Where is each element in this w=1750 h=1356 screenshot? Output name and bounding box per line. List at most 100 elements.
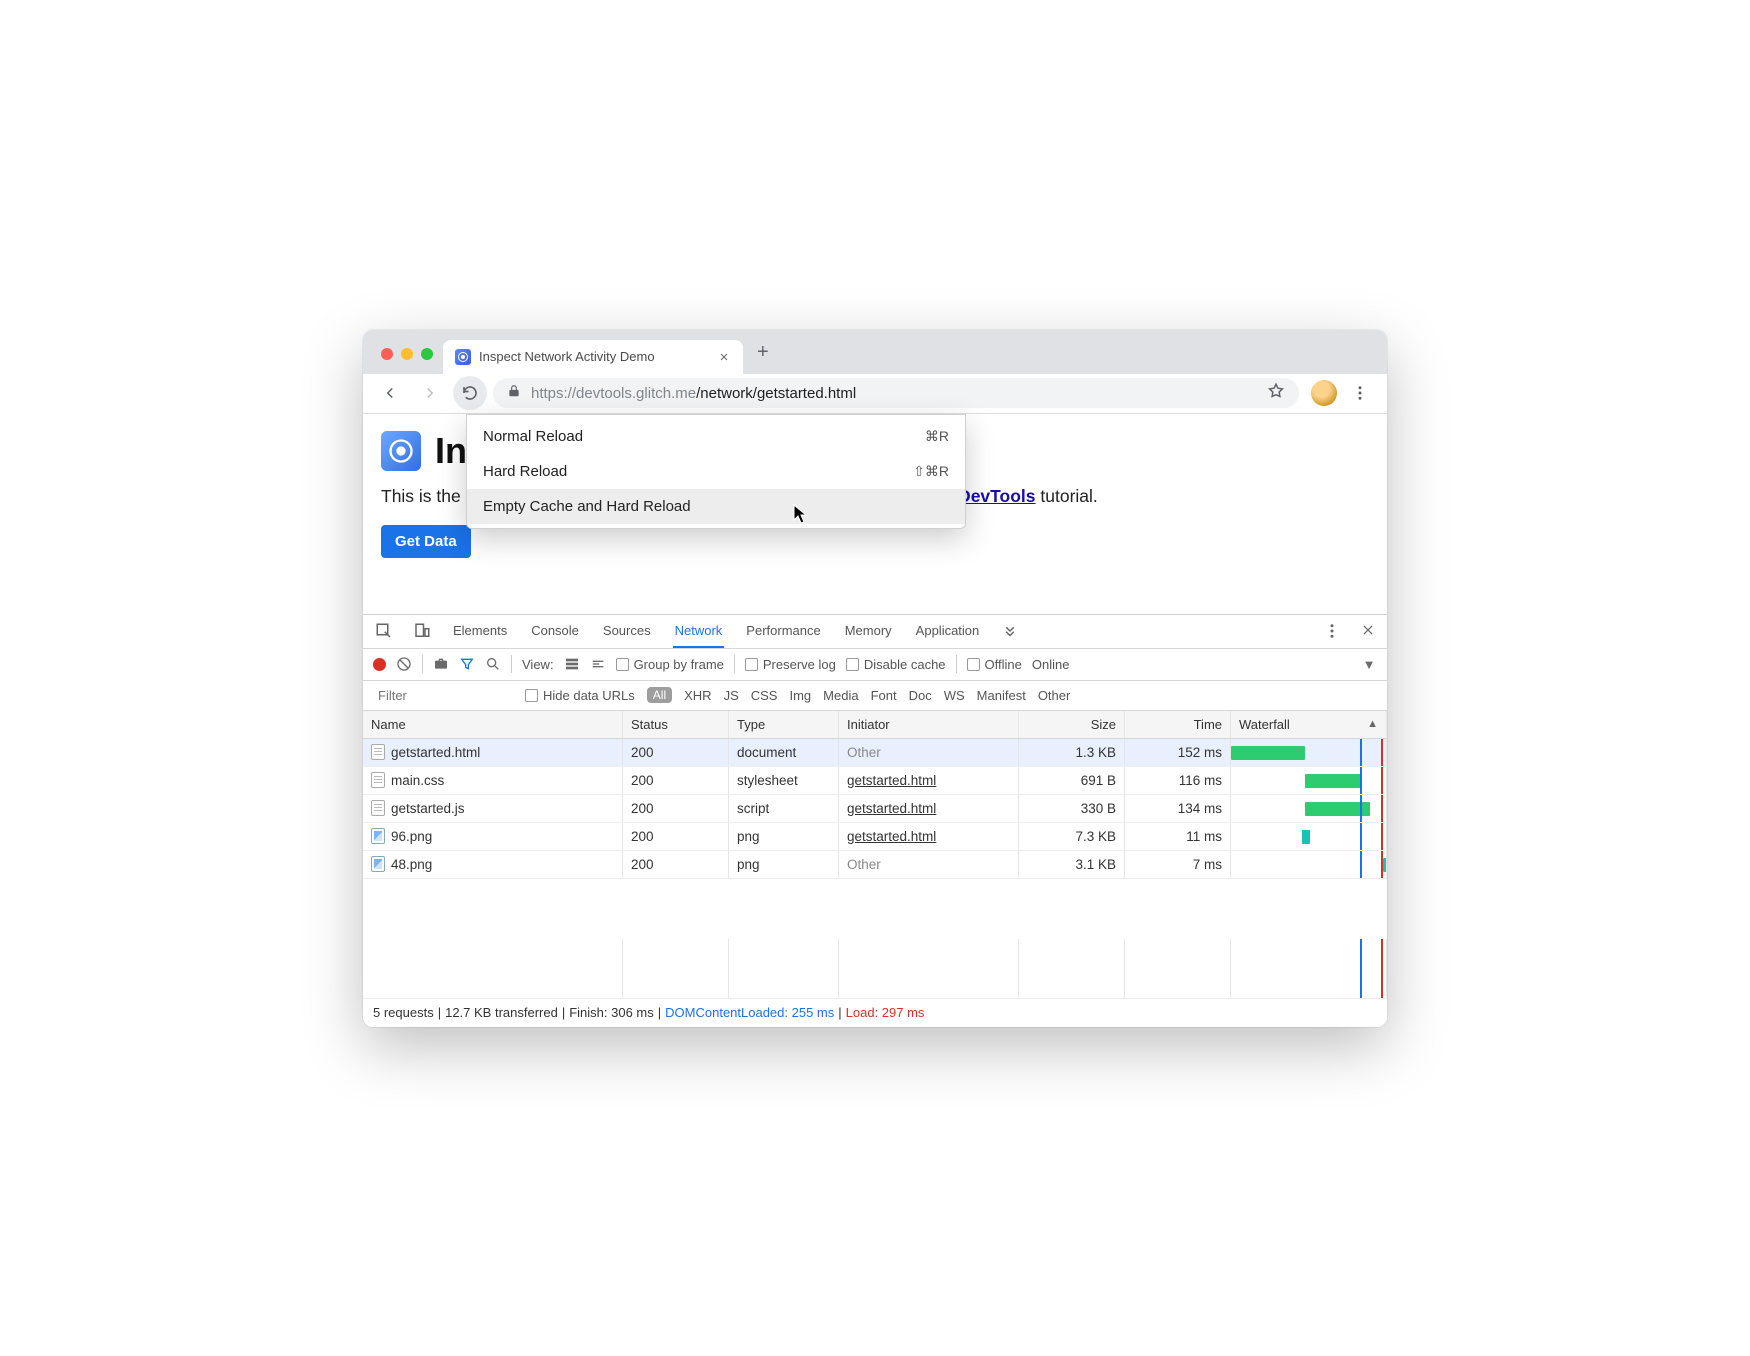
req-type: png [729, 823, 839, 850]
tab-sources[interactable]: Sources [601, 615, 653, 648]
profile-avatar[interactable] [1311, 380, 1337, 406]
get-data-button[interactable]: Get Data [381, 525, 471, 558]
preserve-log-checkbox[interactable]: Preserve log [745, 657, 836, 672]
devtools-close-icon[interactable] [1361, 621, 1375, 642]
req-time: 7 ms [1125, 851, 1231, 878]
filter-js[interactable]: JS [724, 688, 739, 703]
filter-doc[interactable]: Doc [909, 688, 932, 703]
menu-item-label: Normal Reload [483, 428, 583, 445]
inspect-element-icon[interactable] [375, 622, 393, 640]
tab-application[interactable]: Application [914, 615, 982, 648]
req-time: 152 ms [1125, 739, 1231, 766]
clear-icon[interactable] [396, 656, 412, 672]
col-waterfall[interactable]: Waterfall ▲ [1231, 711, 1387, 738]
filter-media[interactable]: Media [823, 688, 858, 703]
req-status: 200 [623, 851, 729, 878]
col-name[interactable]: Name [363, 711, 623, 738]
fullscreen-window-button[interactable] [421, 348, 433, 360]
search-icon[interactable] [485, 656, 501, 672]
tab-elements[interactable]: Elements [451, 615, 509, 648]
req-name: getstarted.js [391, 801, 465, 816]
menu-item-empty-cache-hard-reload[interactable]: Empty Cache and Hard Reload [467, 489, 965, 524]
close-tab-icon[interactable] [717, 350, 731, 364]
tab-memory[interactable]: Memory [843, 615, 894, 648]
offline-checkbox[interactable]: Offline [967, 657, 1022, 672]
col-time[interactable]: Time [1125, 711, 1231, 738]
filter-xhr[interactable]: XHR [684, 688, 711, 703]
menu-item-shortcut: ⇧⌘R [913, 463, 949, 480]
status-dcl: DOMContentLoaded: 255 ms [665, 1005, 834, 1020]
table-row[interactable]: getstarted.js200scriptgetstarted.html330… [363, 795, 1387, 823]
screenshot-icon[interactable] [433, 656, 449, 672]
minimize-window-button[interactable] [401, 348, 413, 360]
col-status[interactable]: Status [623, 711, 729, 738]
menu-item-shortcut: ⌘R [925, 428, 949, 445]
record-button[interactable] [373, 658, 386, 671]
req-status: 200 [623, 823, 729, 850]
file-icon [371, 744, 385, 760]
filter-all[interactable]: All [647, 687, 672, 703]
url-text: https://devtools.glitch.me/network/getst… [531, 385, 856, 402]
menu-button[interactable] [1343, 376, 1377, 410]
active-tab[interactable]: Inspect Network Activity Demo [443, 340, 743, 374]
req-waterfall [1231, 823, 1387, 850]
table-row[interactable]: 96.png200pnggetstarted.html7.3 KB11 ms [363, 823, 1387, 851]
address-bar[interactable]: https://devtools.glitch.me/network/getst… [493, 378, 1299, 408]
network-toolbar: View: Group by frame Preserve log Disabl… [363, 649, 1387, 681]
initiator-link[interactable]: getstarted.html [847, 829, 936, 844]
new-tab-button[interactable]: + [743, 341, 783, 374]
disable-cache-checkbox[interactable]: Disable cache [846, 657, 946, 672]
filter-manifest[interactable]: Manifest [977, 688, 1026, 703]
close-window-button[interactable] [381, 348, 393, 360]
forward-button[interactable] [413, 376, 447, 410]
window-controls [375, 348, 443, 374]
initiator-link[interactable]: getstarted.html [847, 801, 936, 816]
col-initiator[interactable]: Initiator [839, 711, 1019, 738]
large-rows-icon[interactable] [564, 656, 580, 672]
table-row[interactable]: 48.png200pngOther3.1 KB7 ms [363, 851, 1387, 879]
online-dropdown[interactable]: Online [1032, 657, 1070, 672]
col-type[interactable]: Type [729, 711, 839, 738]
req-size: 691 B [1019, 767, 1125, 794]
req-time: 11 ms [1125, 823, 1231, 850]
filter-css[interactable]: CSS [751, 688, 778, 703]
filter-icon[interactable] [459, 656, 475, 672]
menu-item-hard-reload[interactable]: Hard Reload ⇧⌘R [467, 454, 965, 489]
status-load: Load: 297 ms [846, 1005, 925, 1020]
col-size[interactable]: Size [1019, 711, 1125, 738]
network-table-header: Name Status Type Initiator Size Time Wat… [363, 711, 1387, 739]
req-size: 7.3 KB [1019, 823, 1125, 850]
menu-item-normal-reload[interactable]: Normal Reload ⌘R [467, 419, 965, 454]
more-tabs-icon[interactable] [1001, 622, 1019, 640]
req-type: png [729, 851, 839, 878]
req-waterfall [1231, 767, 1387, 794]
group-by-frame-checkbox[interactable]: Group by frame [616, 657, 724, 672]
hide-data-urls-checkbox[interactable]: Hide data URLs [525, 688, 635, 703]
table-row[interactable]: main.css200stylesheetgetstarted.html691 … [363, 767, 1387, 795]
filter-ws[interactable]: WS [944, 688, 965, 703]
bookmark-icon[interactable] [1267, 382, 1285, 404]
filter-img[interactable]: Img [789, 688, 811, 703]
intro-suffix: tutorial. [1036, 486, 1098, 506]
tab-performance[interactable]: Performance [744, 615, 822, 648]
status-requests: 5 requests [373, 1005, 434, 1020]
reload-button[interactable] [453, 376, 487, 410]
tab-network[interactable]: Network [673, 615, 725, 648]
separator [734, 655, 735, 673]
tab-console[interactable]: Console [529, 615, 581, 648]
throttling-dropdown-icon[interactable]: ▼ [1361, 656, 1377, 672]
req-size: 1.3 KB [1019, 739, 1125, 766]
back-button[interactable] [373, 376, 407, 410]
url-host: https://devtools.glitch.me [531, 385, 696, 402]
browser-window: Inspect Network Activity Demo + https://… [363, 330, 1387, 1027]
overview-icon[interactable] [590, 656, 606, 672]
filter-font[interactable]: Font [871, 688, 897, 703]
table-row[interactable]: getstarted.html200documentOther1.3 KB152… [363, 739, 1387, 767]
device-toolbar-icon[interactable] [413, 622, 431, 640]
filter-input[interactable] [373, 685, 513, 706]
filter-other[interactable]: Other [1038, 688, 1071, 703]
initiator-link[interactable]: getstarted.html [847, 773, 936, 788]
devtools-menu-icon[interactable] [1323, 622, 1341, 640]
req-time: 116 ms [1125, 767, 1231, 794]
tab-strip: Inspect Network Activity Demo + [363, 330, 1387, 374]
